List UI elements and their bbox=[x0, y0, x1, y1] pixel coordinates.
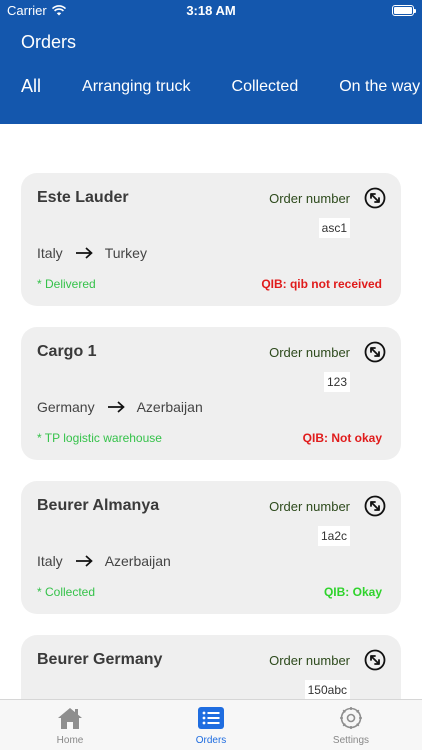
order-number-label: Order number bbox=[269, 191, 350, 206]
tab-orders-label: Orders bbox=[195, 735, 227, 746]
order-number-value: 1a2c bbox=[317, 526, 350, 546]
arrow-right-icon bbox=[75, 247, 93, 259]
expand-icon[interactable] bbox=[364, 649, 386, 671]
list-icon bbox=[198, 707, 224, 729]
bottom-tab-bar: Home Orders Settings bbox=[0, 699, 422, 750]
route-to: Turkey bbox=[104, 245, 147, 261]
order-card[interactable]: Cargo 1 Order number 123 Germany Azerbai… bbox=[21, 327, 401, 460]
route-from: Germany bbox=[37, 399, 95, 415]
order-number-label: Order number bbox=[269, 499, 350, 514]
tab-orders[interactable]: Orders bbox=[166, 700, 256, 750]
expand-icon[interactable] bbox=[364, 495, 386, 517]
tab-settings-label: Settings bbox=[332, 735, 370, 746]
order-number-value: 150abc bbox=[304, 680, 350, 699]
tab-arranging-truck[interactable]: Arranging truck bbox=[82, 78, 191, 97]
route-to: Azerbaijan bbox=[136, 399, 203, 415]
gear-icon bbox=[340, 707, 362, 729]
delivery-status: * Delivered bbox=[37, 277, 96, 291]
route: Italy Turkey bbox=[37, 245, 147, 261]
delivery-status: * Collected bbox=[37, 585, 96, 599]
order-name: Este Lauder bbox=[37, 189, 129, 206]
orders-list[interactable]: Este Lauder Order number asc1 Italy Turk… bbox=[0, 124, 422, 699]
qib-status: QIB: Okay bbox=[323, 585, 382, 599]
tab-settings[interactable]: Settings bbox=[306, 700, 396, 750]
order-card[interactable]: Beurer Almanya Order number 1a2c Italy A… bbox=[21, 481, 401, 614]
order-number-label: Order number bbox=[269, 345, 350, 360]
tab-home-label: Home bbox=[56, 735, 84, 746]
qib-status: QIB: Not okay bbox=[302, 431, 382, 445]
order-number-label: Order number bbox=[269, 653, 350, 668]
order-number-value: 123 bbox=[323, 372, 350, 392]
route-from: Italy bbox=[37, 245, 63, 261]
battery-icon bbox=[392, 5, 416, 16]
home-icon bbox=[58, 708, 82, 729]
clock: 3:18 AM bbox=[186, 3, 236, 18]
route-to: Azerbaijan bbox=[104, 553, 171, 569]
order-name: Beurer Germany bbox=[37, 651, 163, 668]
status-bar: Carrier 3:18 AM bbox=[0, 0, 422, 22]
order-card[interactable]: Beurer Germany Order number 150abc bbox=[21, 635, 401, 699]
filter-tabs: All Arranging truck Collected On the way bbox=[21, 76, 422, 97]
route-from: Italy bbox=[37, 553, 63, 569]
qib-status: QIB: qib not received bbox=[261, 277, 382, 291]
app-header: Carrier 3:18 AM Orders All Arranging tru… bbox=[0, 0, 422, 124]
tab-all[interactable]: All bbox=[21, 76, 41, 97]
tab-collected[interactable]: Collected bbox=[232, 78, 299, 97]
route: Italy Azerbaijan bbox=[37, 553, 171, 569]
arrow-right-icon bbox=[75, 555, 93, 567]
order-name: Beurer Almanya bbox=[37, 497, 160, 514]
order-number-value: asc1 bbox=[318, 218, 350, 238]
arrow-right-icon bbox=[107, 401, 125, 413]
expand-icon[interactable] bbox=[364, 341, 386, 363]
tab-on-the-way[interactable]: On the way bbox=[339, 78, 420, 97]
order-card[interactable]: Este Lauder Order number asc1 Italy Turk… bbox=[21, 173, 401, 306]
delivery-status: * TP logistic warehouse bbox=[37, 431, 162, 445]
order-name: Cargo 1 bbox=[37, 343, 97, 360]
page-title: Orders bbox=[21, 32, 77, 52]
expand-icon[interactable] bbox=[364, 187, 386, 209]
tab-home[interactable]: Home bbox=[25, 700, 115, 750]
route: Germany Azerbaijan bbox=[37, 399, 203, 415]
